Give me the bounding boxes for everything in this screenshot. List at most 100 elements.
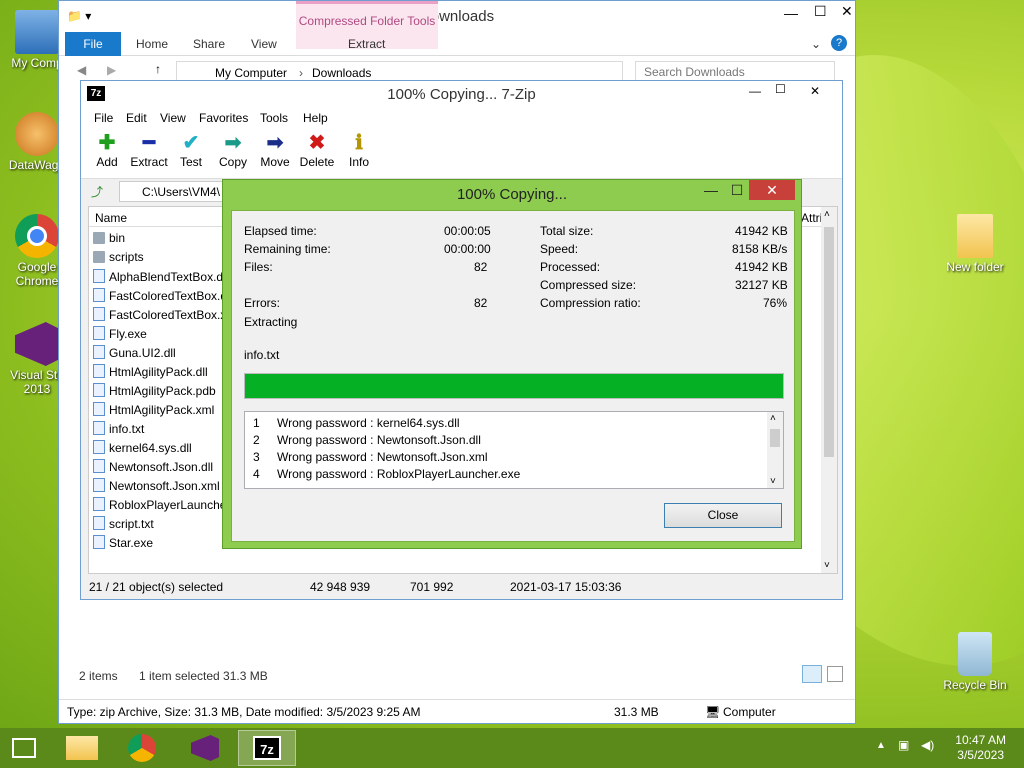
compression-ratio-value: 76% <box>763 296 788 310</box>
file-icon <box>93 383 105 397</box>
start-button[interactable] <box>0 730 50 766</box>
taskbar-sevenzip[interactable]: 7z <box>238 730 296 766</box>
visual-studio-icon <box>15 322 59 366</box>
taskbar-explorer[interactable] <box>54 730 112 766</box>
progress-minimize-icon[interactable]: — <box>697 180 725 200</box>
back-icon[interactable]: ◀ <box>77 63 86 77</box>
total-size-label: Total size: <box>540 224 594 238</box>
copy-button[interactable]: ➡ Copy <box>213 131 253 169</box>
log-scroll-up-icon[interactable]: ˄ <box>770 413 776 424</box>
list-item[interactable]: Star.exe <box>93 535 223 554</box>
tab-view[interactable]: View <box>251 37 277 51</box>
tab-file[interactable]: File <box>65 32 121 56</box>
list-item[interactable]: bin <box>93 231 223 250</box>
list-item[interactable]: HtmlAgilityPack.xml <box>93 402 223 421</box>
breadcrumb-folder[interactable]: Downloads <box>312 66 371 80</box>
move-button[interactable]: ➡ Move <box>255 131 295 169</box>
compression-ratio-label: Compression ratio: <box>540 296 641 310</box>
explorer-title-bar: 📁 ▾ Downloads — ☐ ✕ <box>59 1 855 32</box>
menu-tools[interactable]: Tools <box>260 111 288 125</box>
scroll-thumb[interactable] <box>824 227 834 457</box>
list-item[interactable]: script.txt <box>93 516 223 535</box>
menu-file[interactable]: File <box>94 111 113 125</box>
tab-home[interactable]: Home <box>136 37 168 51</box>
sevenzip-title-bar: 7z 100% Copying... 7-Zip — ☐ ✕ <box>81 81 842 107</box>
extract-button[interactable]: ━ Extract <box>129 131 169 169</box>
scroll-up-icon[interactable]: ˄ <box>824 209 830 220</box>
list-item[interactable]: Newtonsoft.Json.xml <box>93 478 223 497</box>
list-item[interactable]: kernel64.sys.dll <box>93 440 223 459</box>
taskbar-visual-studio[interactable] <box>176 730 234 766</box>
log-scroll-down-icon[interactable]: ˅ <box>770 476 776 487</box>
list-item[interactable]: Newtonsoft.Json.dll <box>93 459 223 478</box>
taskbar-chrome[interactable] <box>114 730 172 766</box>
file-icon <box>93 478 105 492</box>
forward-icon[interactable]: ▶ <box>107 63 116 77</box>
add-button[interactable]: ✚ Add <box>87 131 127 169</box>
sz-maximize-icon[interactable]: ☐ <box>775 82 786 96</box>
desktop-icon-new-folder[interactable]: New folder <box>940 214 1010 274</box>
list-item[interactable]: HtmlAgilityPack.pdb <box>93 383 223 402</box>
elapsed-label: Elapsed time: <box>244 224 317 238</box>
list-item[interactable]: FastColoredTextBox.xml <box>93 307 223 326</box>
selection-count: 21 / 21 object(s) selected <box>89 580 224 594</box>
test-icon: ✔ <box>182 132 200 154</box>
delete-button[interactable]: ✖ Delete <box>297 131 337 169</box>
progress-maximize-icon[interactable]: ☐ <box>723 180 751 200</box>
elapsed-value: 00:00:05 <box>444 224 491 238</box>
list-item-label: Newtonsoft.Json.xml <box>109 479 220 493</box>
breadcrumb-root[interactable]: My Computer <box>215 66 287 80</box>
list-item[interactable]: Guna.UI2.dll <box>93 345 223 364</box>
remaining-label: Remaining time: <box>244 242 331 256</box>
file-icon <box>93 516 105 530</box>
column-name[interactable]: Name <box>95 211 127 225</box>
list-item[interactable]: info.txt <box>93 421 223 440</box>
path-input[interactable]: C:\Users\VM4\ <box>119 181 229 202</box>
show-hidden-icons[interactable]: ▲ <box>876 740 886 751</box>
sz-close-icon[interactable]: ✕ <box>793 81 837 101</box>
file-details: Type: zip Archive, Size: 31.3 MB, Date m… <box>67 705 421 719</box>
list-item[interactable]: AlphaBlendTextBox.dll <box>93 269 223 288</box>
info-button[interactable]: ℹ Info <box>339 131 379 169</box>
progress-close-icon[interactable]: ✕ <box>749 180 795 200</box>
network-icon[interactable]: ▣ <box>898 738 909 752</box>
speed-label: Speed: <box>540 242 579 256</box>
list-item[interactable]: HtmlAgilityPack.dll <box>93 364 223 383</box>
list-item[interactable]: RobloxPlayerLauncher.exe <box>93 497 223 516</box>
close-button[interactable]: Close <box>664 503 782 528</box>
file-size: 31.3 MB <box>614 705 659 719</box>
tab-share[interactable]: Share <box>193 37 225 51</box>
close-icon[interactable]: ✕ <box>841 3 853 20</box>
total-size: 42 948 939 <box>310 580 371 594</box>
list-item[interactable]: Fly.exe <box>93 326 223 345</box>
details-view-icon[interactable] <box>802 665 822 683</box>
menu-favorites[interactable]: Favorites <box>199 111 248 125</box>
list-item-label: HtmlAgilityPack.pdb <box>109 384 216 398</box>
computer-icon-small: 🖥 <box>705 705 721 719</box>
ribbon-expand-icon[interactable]: ⌄ <box>811 37 821 51</box>
list-item[interactable]: scripts <box>93 250 223 269</box>
list-scrollbar[interactable]: ˄ ˅ <box>821 207 837 573</box>
menu-edit[interactable]: Edit <box>126 111 147 125</box>
clock[interactable]: 10:47 AM 3/5/2023 <box>955 733 1006 763</box>
explorer-status-bar: 2 items 1 item selected 31.3 MB <box>59 663 855 687</box>
log-scrollbar[interactable]: ˄ ˅ <box>767 412 783 488</box>
menu-view[interactable]: View <box>160 111 186 125</box>
list-item[interactable]: FastColoredTextBox.dll <box>93 288 223 307</box>
scroll-down-icon[interactable]: ˅ <box>824 560 830 571</box>
up-icon[interactable]: ↑ <box>155 62 161 76</box>
help-icon[interactable]: ? <box>831 35 847 51</box>
desktop-icon-recycle-bin[interactable]: Recycle Bin <box>940 632 1010 692</box>
taskbar: 7z ▲ ▣ ◀) 10:47 AM 3/5/2023 <box>0 728 1024 768</box>
up-folder-icon[interactable]: ⤴ <box>91 183 103 200</box>
log-scroll-thumb[interactable] <box>770 429 780 447</box>
test-button[interactable]: ✔ Test <box>171 131 211 169</box>
volume-icon[interactable]: ◀) <box>921 738 934 752</box>
menu-help[interactable]: Help <box>303 111 328 125</box>
tab-extract[interactable]: Extract <box>348 37 385 51</box>
maximize-icon[interactable]: ☐ <box>814 3 827 20</box>
sz-minimize-icon[interactable]: — <box>749 84 761 98</box>
minimize-icon[interactable]: — <box>784 5 798 21</box>
large-icons-view-icon[interactable] <box>827 666 843 682</box>
log-row: 1 Wrong password : kernel64.sys.dll <box>253 416 460 430</box>
